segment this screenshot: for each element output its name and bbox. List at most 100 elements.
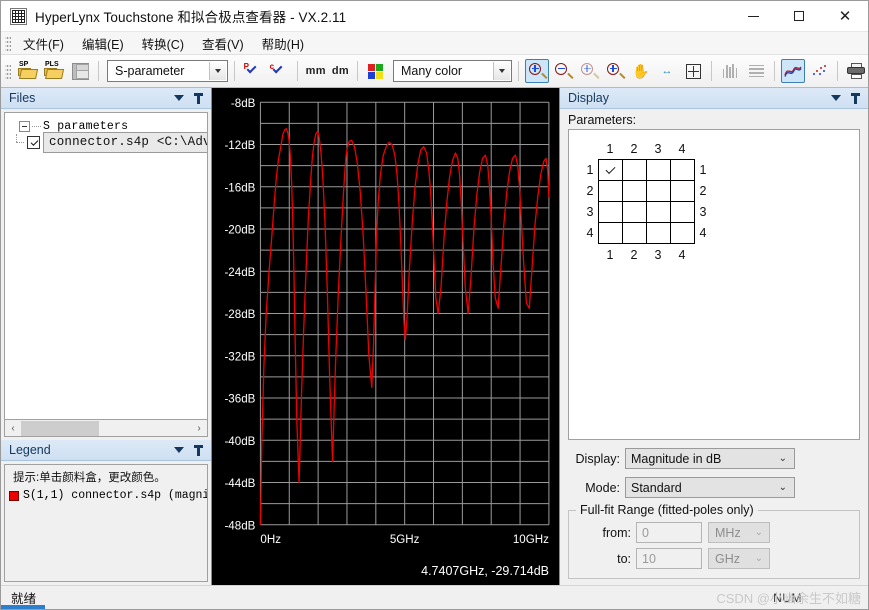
unit-mm-button[interactable]: mm — [304, 65, 328, 77]
matrix-cell-1-1[interactable] — [599, 160, 623, 181]
menu-item-view[interactable]: 查看(V) — [193, 32, 253, 55]
fit-horizontal-icon[interactable]: ↔ — [655, 59, 679, 83]
color-mode-combo[interactable]: Many color — [392, 60, 512, 82]
pan-hand-icon[interactable]: ✋ — [629, 59, 653, 83]
chevron-down-icon-to-unit[interactable]: ⌄ — [755, 553, 763, 564]
matrix-row-header-4: 4 — [586, 226, 594, 240]
zoom-box-icon[interactable] — [525, 59, 549, 83]
tree-expander-icon[interactable] — [19, 120, 30, 132]
menu-drag-grip[interactable] — [5, 35, 11, 51]
legend-color-swatch[interactable] — [9, 490, 19, 501]
matrix-cell-2-1[interactable] — [599, 181, 623, 202]
matrix-cell-4-4[interactable] — [671, 223, 695, 244]
chevron-down-icon-legend[interactable] — [174, 447, 184, 453]
scrollbar-thumb[interactable] — [21, 420, 99, 436]
matrix-cell-3-4[interactable] — [671, 202, 695, 223]
matrix-cell-2-4[interactable] — [671, 181, 695, 202]
maximize-button[interactable] — [776, 1, 822, 32]
mode-select[interactable]: Standard ⌄ — [625, 477, 795, 498]
file-checkbox[interactable] — [27, 135, 40, 149]
horizontal-lines-icon[interactable] — [744, 59, 768, 83]
open-sp-label: SP — [19, 61, 29, 68]
matrix-row-header-1: 1 — [586, 163, 594, 177]
pin-icon-legend[interactable] — [194, 444, 203, 456]
from-input[interactable]: 0 — [636, 522, 702, 543]
matrix-cell-3-1[interactable] — [599, 202, 623, 223]
menu-bar: 文件(F) 编辑(E) 转换(C) 查看(V) 帮助(H) — [1, 32, 868, 55]
chevron-down-icon-from-unit[interactable]: ⌄ — [755, 527, 763, 538]
matrix-cell-4-1[interactable] — [599, 223, 623, 244]
curve-trace-icon[interactable] — [781, 59, 805, 83]
matrix-bottom-headers: 1 2 3 4 — [582, 244, 694, 265]
plot-area[interactable]: -8dB -12dB -16dB -20dB -24dB -28dB -32dB -36dB -… — [211, 88, 560, 585]
menu-item-file[interactable]: 文件(F) — [14, 32, 73, 55]
matrix-cell-1-2[interactable] — [623, 160, 647, 181]
close-button[interactable]: ✕ — [822, 1, 868, 32]
from-unit-select[interactable]: MHz ⌄ — [708, 522, 770, 543]
check-causality-icon[interactable]: c — [267, 59, 291, 83]
toolbar-drag-grip[interactable] — [5, 63, 11, 79]
display-select[interactable]: Magnitude in dB ⌄ — [625, 448, 795, 469]
matrix-bottom-header-2: 2 — [630, 247, 638, 262]
files-tree[interactable]: S parameters connector.s4p <C:\Adv_P — [4, 112, 208, 420]
matrix-cell-3-2[interactable] — [623, 202, 647, 223]
menu-item-edit[interactable]: 编辑(E) — [73, 32, 133, 55]
files-horizontal-scrollbar[interactable]: ‹ › — [4, 420, 208, 437]
chevron-down-icon-files[interactable] — [174, 95, 184, 101]
to-unit-select[interactable]: GHz ⌄ — [708, 548, 770, 569]
matrix-row-headers-left: 1 2 3 4 — [582, 160, 598, 244]
cursor-readout: 4.7407GHz, -29.714dB — [421, 564, 549, 578]
datatype-combo[interactable]: S-parameter — [107, 60, 228, 82]
matrix-cell-4-3[interactable] — [647, 223, 671, 244]
pin-icon-display[interactable] — [851, 92, 860, 104]
matrix-cell-3-3[interactable] — [647, 202, 671, 223]
y-axis-tick-label: -24dB — [224, 266, 255, 279]
check-passivity-icon[interactable]: P — [241, 59, 265, 83]
save-icon[interactable] — [68, 59, 92, 83]
matrix-cell-1-4[interactable] — [671, 160, 695, 181]
chevron-down-icon-display-select[interactable]: ⌄ — [779, 453, 787, 464]
display-panel-header: Display — [560, 88, 868, 109]
tree-row-file[interactable]: connector.s4p <C:\Adv_P — [7, 131, 207, 153]
matrix-cell-2-2[interactable] — [623, 181, 647, 202]
fit-all-icon[interactable] — [681, 59, 705, 83]
x-axis-tick-label: 10GHz — [513, 533, 549, 546]
matrix-row-header-2: 2 — [586, 184, 594, 198]
chevron-down-icon-display[interactable] — [831, 95, 841, 101]
accent-strip — [1, 605, 45, 609]
chevron-down-icon[interactable] — [208, 62, 226, 80]
open-sparameter-icon[interactable]: SP — [16, 59, 40, 83]
menu-item-help[interactable]: 帮助(H) — [253, 32, 313, 55]
zoom-in-y-icon[interactable] — [603, 59, 627, 83]
legend-entry[interactable]: S(1,1) connector.s4p (magnitud — [7, 489, 207, 502]
files-panel: Files S parameters connector.s4p <C:\Ad … — [1, 88, 211, 440]
menu-item-convert[interactable]: 转换(C) — [133, 32, 193, 55]
zoom-in-x-icon[interactable] — [577, 59, 601, 83]
y-axis-tick-label: -36dB — [224, 393, 255, 406]
vertical-bars-icon[interactable] — [718, 59, 742, 83]
matrix-bottom-header-3: 3 — [654, 247, 662, 262]
matrix-cell-2-3[interactable] — [647, 181, 671, 202]
pin-icon-files[interactable] — [194, 92, 203, 104]
matrix-row-header-right-1: 1 — [699, 163, 707, 177]
scroll-right-icon[interactable]: › — [191, 421, 207, 436]
y-axis-tick-label: -48dB — [224, 519, 255, 532]
chevron-down-icon-mode-select[interactable]: ⌄ — [779, 482, 787, 493]
scrollbar-track[interactable] — [21, 420, 191, 436]
matrix-cell-1-3[interactable] — [647, 160, 671, 181]
matrix-cell-4-2[interactable] — [623, 223, 647, 244]
scatter-points-icon[interactable] — [807, 59, 831, 83]
matrix-col-header-4: 4 — [678, 141, 686, 156]
zoom-out-icon[interactable] — [551, 59, 575, 83]
print-icon[interactable] — [844, 59, 868, 83]
sparameter-chart[interactable]: -8dB -12dB -16dB -20dB -24dB -28dB -32dB -36dB -… — [212, 88, 559, 585]
matrix-cells[interactable] — [598, 159, 695, 244]
color-palette-icon[interactable] — [364, 59, 388, 83]
matrix-bottom-header-4: 4 — [678, 247, 686, 262]
open-pls-icon[interactable]: PLS — [42, 59, 66, 83]
scroll-left-icon[interactable]: ‹ — [5, 421, 21, 436]
unit-dm-button[interactable]: dm — [330, 65, 351, 77]
minimize-button[interactable] — [730, 1, 776, 32]
to-input[interactable]: 10 — [636, 548, 702, 569]
chevron-down-icon-2[interactable] — [493, 62, 510, 80]
